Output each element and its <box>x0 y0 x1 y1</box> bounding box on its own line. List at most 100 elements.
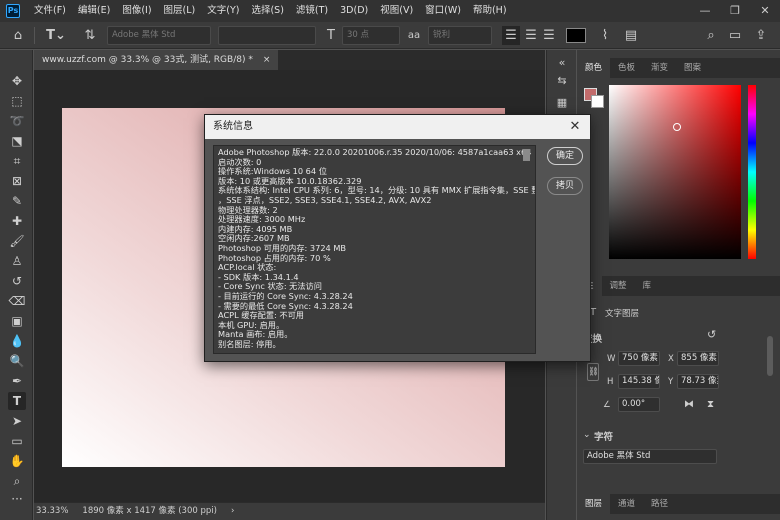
system-info-scrollbar-thumb[interactable] <box>523 149 530 161</box>
more-tools-icon[interactable]: ··· <box>8 490 26 508</box>
align-center-icon[interactable]: ☰ <box>522 26 540 45</box>
workspace-icon[interactable]: ▭ <box>726 26 744 45</box>
properties-header: 文字图层 <box>605 309 640 319</box>
healing-brush-tool-icon[interactable]: ✚ <box>8 212 26 230</box>
menu-window[interactable]: 窗口(W) <box>419 0 467 22</box>
tab-channels[interactable]: 通道 <box>610 494 643 514</box>
type-tool-preset-icon[interactable]: T⌄ <box>42 26 70 45</box>
font-style-select[interactable] <box>218 26 316 45</box>
y-input[interactable]: 78.73 像素 <box>677 374 719 389</box>
type-tool-icon[interactable]: T <box>8 392 26 410</box>
tab-paths[interactable]: 路径 <box>643 494 676 514</box>
path-select-tool-icon[interactable]: ➤ <box>8 412 26 430</box>
tab-layers[interactable]: 图层 <box>577 494 611 514</box>
ok-button[interactable]: 确定 <box>547 147 583 165</box>
blur-tool-icon[interactable]: 💧 <box>8 332 26 350</box>
share-icon[interactable]: ⇪ <box>752 26 770 45</box>
menu-file[interactable]: 文件(F) <box>28 0 72 22</box>
flip-vertical-icon[interactable]: ⧗ <box>707 399 714 410</box>
status-menu-arrow-icon[interactable]: › <box>231 503 234 520</box>
tab-color[interactable]: 颜色 <box>577 58 611 78</box>
copy-button[interactable]: 拷贝 <box>547 177 583 195</box>
lasso-tool-icon[interactable]: ➰ <box>8 112 26 130</box>
character-panel-icon[interactable]: ▤ <box>622 26 640 45</box>
angle-input[interactable]: 0.00° <box>618 397 660 412</box>
menu-type[interactable]: 文字(Y) <box>201 0 245 22</box>
object-select-tool-icon[interactable]: ⬔ <box>8 132 26 150</box>
height-input[interactable]: 145.38 像 <box>618 374 660 389</box>
photoshop-logo[interactable]: Ps <box>6 4 20 18</box>
dodge-tool-icon[interactable]: 🔍 <box>8 352 26 370</box>
document-tab-close-icon[interactable]: × <box>263 50 271 70</box>
link-dimensions-icon[interactable]: ⛓ <box>587 363 599 381</box>
marquee-tool-icon[interactable]: ⬚ <box>8 92 26 110</box>
angle-icon: ∠ <box>603 400 611 410</box>
brush-tool-icon[interactable]: 🖌 <box>8 232 26 250</box>
options-bar: ⌂ T⌄ ⇅ Adobe 黑体 Std T 30 点 aa 锐利 ☰ ☰ ☰ ⌇… <box>0 22 780 49</box>
tab-patterns[interactable]: 图案 <box>676 58 709 78</box>
font-family-select[interactable]: Adobe 黑体 Std <box>107 26 211 45</box>
crop-tool-icon[interactable]: ⌗ <box>8 152 26 170</box>
system-info-text[interactable]: Adobe Photoshop 版本: 22.0.0 20201006.r.35… <box>213 145 536 354</box>
collapse-panels-icon[interactable]: « <box>553 54 571 72</box>
home-icon[interactable]: ⌂ <box>8 26 28 45</box>
tab-libraries[interactable]: 库 <box>635 276 660 296</box>
clone-stamp-tool-icon[interactable]: ♙ <box>8 252 26 270</box>
menu-edit[interactable]: 编辑(E) <box>72 0 116 22</box>
menu-image[interactable]: 图像(I) <box>116 0 157 22</box>
minimize-button[interactable]: — <box>690 0 720 22</box>
history-panel-icon[interactable]: ⇆ <box>553 72 571 90</box>
menu-3d[interactable]: 3D(D) <box>334 0 374 22</box>
background-color-swatch[interactable] <box>591 95 604 108</box>
hand-tool-icon[interactable]: ✋ <box>8 452 26 470</box>
color-picker-cursor[interactable] <box>673 123 681 131</box>
font-size-icon: T <box>327 28 335 43</box>
x-input[interactable]: 855 像素 <box>677 351 719 366</box>
menu-filter[interactable]: 滤镜(T) <box>290 0 334 22</box>
restore-button[interactable]: ❐ <box>720 0 750 22</box>
align-right-icon[interactable]: ☰ <box>540 26 558 45</box>
flip-horizontal-icon[interactable]: ⧓ <box>684 399 694 410</box>
tab-swatches[interactable]: 色板 <box>610 58 643 78</box>
gradient-tool-icon[interactable]: ▣ <box>8 312 26 330</box>
color-field[interactable] <box>609 85 741 259</box>
status-bar: 33.33% 1890 像素 x 1417 像素 (300 ppi) › <box>34 502 545 520</box>
height-label: H <box>607 377 614 387</box>
menu-select[interactable]: 选择(S) <box>245 0 289 22</box>
anti-alias-select[interactable]: 锐利 <box>428 26 492 45</box>
warp-text-icon[interactable]: ⌇ <box>596 26 614 45</box>
toggle-orientation-icon[interactable]: ⇅ <box>80 26 100 45</box>
dialog-close-icon[interactable]: ✕ <box>566 118 584 136</box>
rectangle-tool-icon[interactable]: ▭ <box>8 432 26 450</box>
character-font-select[interactable]: Adobe 黑体 Std <box>583 449 717 464</box>
hue-slider[interactable] <box>748 85 756 259</box>
x-label: X <box>668 354 674 364</box>
eyedropper-tool-icon[interactable]: ✎ <box>8 192 26 210</box>
menu-view[interactable]: 视图(V) <box>374 0 419 22</box>
character-section-title[interactable]: 字符 <box>594 429 613 443</box>
move-tool-icon[interactable]: ✥ <box>8 72 26 90</box>
tab-adjustments[interactable]: 调整 <box>602 276 635 296</box>
zoom-tool-icon[interactable]: ⌕ <box>8 472 26 490</box>
menu-layer[interactable]: 图层(L) <box>158 0 202 22</box>
document-info: 1890 像素 x 1417 像素 (300 ppi) <box>82 506 217 516</box>
properties-scrollbar[interactable] <box>767 336 773 376</box>
text-color-swatch[interactable] <box>566 28 586 43</box>
document-tab[interactable]: www.uzzf.com @ 33.3% @ 33式, 测试, RGB/8) *… <box>34 50 279 70</box>
reset-transform-icon[interactable]: ↺ <box>707 328 716 341</box>
width-input[interactable]: 750 像素 <box>618 351 660 366</box>
search-icon[interactable]: ⌕ <box>702 26 720 45</box>
close-window-button[interactable]: ✕ <box>750 0 780 22</box>
tab-gradients[interactable]: 渐变 <box>643 58 676 78</box>
char-section-chevron-icon[interactable]: ⌄ <box>583 430 591 440</box>
align-left-icon[interactable]: ☰ <box>502 26 520 45</box>
frame-tool-icon[interactable]: ⊠ <box>8 172 26 190</box>
eraser-tool-icon[interactable]: ⌫ <box>8 292 26 310</box>
swatches-panel-icon[interactable]: ▦ <box>553 94 571 112</box>
history-brush-tool-icon[interactable]: ↺ <box>8 272 26 290</box>
menu-help[interactable]: 帮助(H) <box>467 0 513 22</box>
pen-tool-icon[interactable]: ✒ <box>8 372 26 390</box>
tools-panel: ✥ ⬚ ➰ ⬔ ⌗ ⊠ ✎ ✚ 🖌 ♙ ↺ ⌫ ▣ 💧 🔍 ✒ T ➤ ▭ ✋ … <box>0 50 33 520</box>
zoom-level[interactable]: 33.33% <box>36 503 68 520</box>
font-size-select[interactable]: 30 点 <box>342 26 400 45</box>
